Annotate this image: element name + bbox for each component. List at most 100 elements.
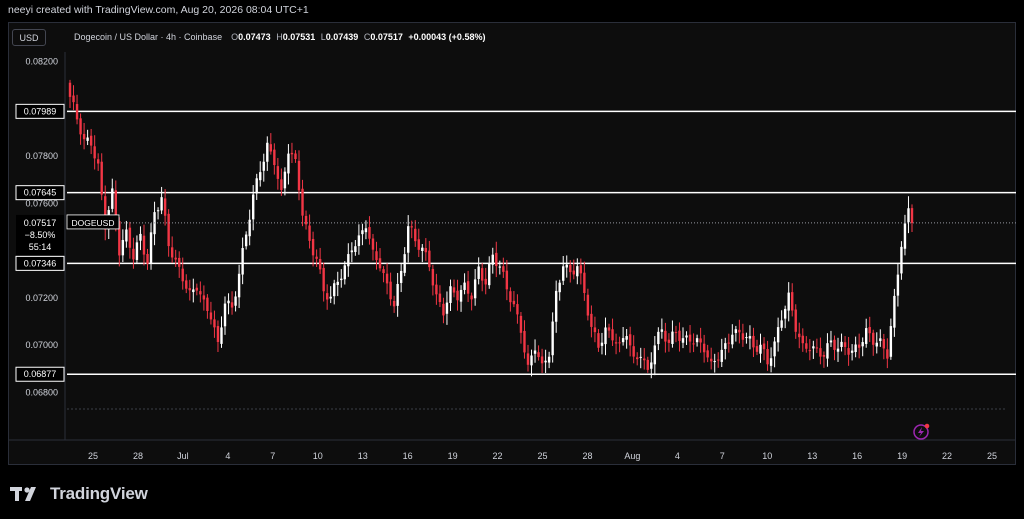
- candle-body: [516, 304, 519, 315]
- candle-body: [86, 137, 89, 141]
- candle-body: [597, 333, 600, 348]
- candle-body: [625, 336, 628, 340]
- candle-body: [343, 265, 346, 280]
- candle-body: [533, 350, 537, 354]
- candle-body: [495, 252, 498, 267]
- candle-body: [396, 283, 399, 306]
- candle-body: [139, 233, 142, 241]
- candle-body: [357, 235, 361, 247]
- candle-body: [142, 235, 146, 255]
- x-tick-label: 16: [852, 451, 862, 461]
- candle-body: [350, 250, 354, 253]
- y-tick-label: 0.07200: [25, 293, 58, 303]
- candle-body: [283, 171, 287, 189]
- last-price-change: −8.50%: [25, 230, 56, 240]
- candle-body: [375, 251, 378, 261]
- bolt-glyph-icon: [918, 427, 924, 437]
- candle-body: [801, 335, 804, 344]
- x-tick-label: 4: [225, 451, 230, 461]
- candle-body: [709, 358, 713, 362]
- candle-body: [773, 341, 776, 357]
- candle-body: [829, 340, 833, 343]
- candle-body: [170, 247, 174, 258]
- candle-body: [269, 144, 273, 152]
- candle-body: [759, 344, 762, 354]
- candle-body: [199, 291, 202, 295]
- candle-body: [748, 336, 752, 339]
- candle-body: [562, 266, 565, 281]
- candle-body: [650, 362, 653, 369]
- candle-body: [304, 215, 308, 225]
- candle-body: [456, 290, 459, 301]
- candle-body: [702, 343, 706, 353]
- candle-body: [822, 355, 826, 357]
- candle-body: [537, 352, 540, 358]
- candle-body: [766, 348, 769, 365]
- candle-body: [160, 197, 163, 211]
- x-tick-label: 22: [493, 451, 503, 461]
- candle-body: [216, 326, 220, 342]
- candle-body: [223, 303, 227, 327]
- candle-body: [290, 152, 294, 155]
- candle-body: [399, 270, 403, 283]
- candle-body: [572, 270, 575, 275]
- candle-body: [805, 343, 808, 349]
- candle-body: [188, 288, 191, 291]
- candle-body: [875, 342, 878, 347]
- candle-body: [241, 248, 244, 275]
- candle-body: [607, 327, 611, 331]
- candle-body: [903, 223, 907, 249]
- candle-body: [125, 229, 128, 242]
- candle-body: [206, 297, 209, 311]
- x-tick-label: 16: [403, 451, 413, 461]
- candle-body: [565, 264, 568, 268]
- candle-body: [519, 315, 523, 333]
- candle-body: [463, 282, 466, 290]
- x-tick-label: 10: [313, 451, 323, 461]
- candle-body: [836, 348, 840, 352]
- candle-body: [438, 293, 442, 303]
- candle-body: [713, 361, 716, 363]
- x-tick-label: 22: [942, 451, 952, 461]
- candle-body: [449, 286, 452, 303]
- candle-body: [893, 295, 896, 328]
- candle-body: [808, 350, 812, 352]
- candle-body: [900, 246, 903, 274]
- last-price-label: 0.07517: [24, 218, 57, 228]
- price-chart[interactable]: 0.082000.078000.076000.072000.070000.068…: [0, 0, 1024, 519]
- x-tick-label: 7: [720, 451, 725, 461]
- candle-body: [692, 343, 695, 345]
- x-tick-label: Jul: [177, 451, 189, 461]
- candle-body: [639, 356, 642, 358]
- candle-body: [611, 329, 614, 341]
- x-tick-label: 13: [807, 451, 817, 461]
- candle-body: [442, 303, 445, 316]
- candle-body: [195, 287, 199, 291]
- candle-body: [192, 289, 195, 293]
- candle-body: [93, 146, 96, 159]
- candle-body: [544, 360, 547, 363]
- tradingview-brand: TradingView: [50, 484, 148, 503]
- candle-body: [724, 343, 727, 349]
- candle-body: [294, 153, 297, 160]
- candle-body: [329, 296, 332, 299]
- tradingview-footer: TradingView: [10, 484, 148, 504]
- candle-body: [699, 338, 702, 343]
- candle-body: [220, 327, 223, 344]
- candle-body: [484, 278, 487, 285]
- candle-body: [287, 153, 290, 174]
- candle-body: [547, 356, 551, 363]
- candle-body: [361, 230, 364, 235]
- y-tick-label: 0.07000: [25, 340, 58, 350]
- candle-body: [431, 268, 435, 286]
- x-tick-label: 19: [897, 451, 907, 461]
- candle-body: [111, 188, 114, 209]
- candle-body: [706, 350, 709, 358]
- candle-body: [488, 263, 491, 286]
- candle-body: [368, 227, 371, 239]
- candle-body: [234, 296, 237, 306]
- candle-body: [308, 225, 311, 241]
- candle-body: [618, 342, 621, 344]
- candle-body: [798, 333, 801, 338]
- candle-body: [407, 226, 410, 253]
